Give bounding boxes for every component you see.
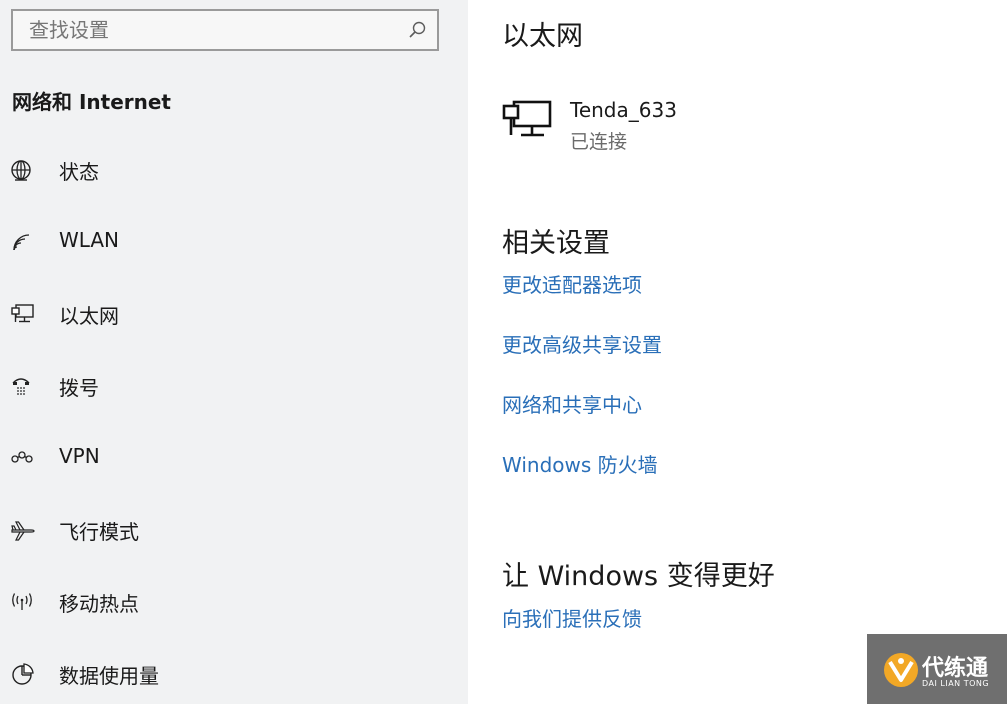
watermark-subtitle: DAI LIAN TONG [922,679,990,688]
sidebar-item-label: VPN [59,444,100,468]
sidebar-item-airplane-mode[interactable]: 飞行模式 [0,502,468,558]
change-adapter-options-link[interactable]: 更改适配器选项 [502,269,642,298]
change-advanced-sharing-link[interactable]: 更改高级共享设置 [502,329,662,358]
watermark: 代练通 DAI LIAN TONG [867,634,1007,704]
sidebar-item-label: 飞行模式 [59,520,139,544]
feedback-section-title: 让 Windows 变得更好 [502,561,775,592]
data-usage-icon [12,663,34,685]
network-connection-item[interactable]: Tenda_633 已连接 [502,95,802,155]
ethernet-icon [11,304,34,323]
page-title: 以太网 [502,21,583,52]
sidebar-item-label: 移动热点 [59,592,139,616]
main-content: 以太网 Tenda_633 已连接 相关设置 更改适配器选项 更改高级共享设置 … [468,0,1007,704]
vpn-icon [11,451,33,463]
search-input[interactable] [13,11,393,49]
wifi-icon [13,234,30,251]
hotspot-icon [12,593,32,610]
sidebar-item-label: 以太网 [59,304,119,328]
sidebar-item-vpn[interactable]: VPN [0,430,468,486]
settings-window: 网络和 Internet 状态 WLAN [0,0,1007,704]
sidebar-item-label: 拨号 [59,376,99,400]
watermark-logo-icon [884,653,918,687]
dialup-icon [12,378,30,395]
sidebar-heading: 网络和 Internet [12,90,171,114]
search-box[interactable] [11,9,439,51]
network-sharing-center-link[interactable]: 网络和共享中心 [502,389,642,418]
network-status: 已连接 [570,131,628,153]
network-name: Tenda_633 [570,98,677,122]
search-icon[interactable] [407,20,427,40]
ethernet-icon [502,100,552,137]
give-feedback-link[interactable]: 向我们提供反馈 [502,603,642,632]
sidebar: 网络和 Internet 状态 WLAN [0,0,468,704]
airplane-icon [11,521,35,541]
related-settings-title: 相关设置 [502,228,610,259]
sidebar-item-status[interactable]: 状态 [0,142,468,198]
sidebar-item-wlan[interactable]: WLAN [0,214,468,270]
globe-icon [11,160,31,181]
sidebar-item-label: 状态 [59,160,99,184]
sidebar-item-ethernet[interactable]: 以太网 [0,286,468,342]
windows-firewall-link[interactable]: Windows 防火墙 [502,449,658,478]
sidebar-item-label: 数据使用量 [59,664,159,688]
sidebar-item-dialup[interactable]: 拨号 [0,358,468,414]
sidebar-item-mobile-hotspot[interactable]: 移动热点 [0,574,468,630]
sidebar-item-data-usage[interactable]: 数据使用量 [0,646,468,702]
sidebar-item-label: WLAN [59,228,120,252]
watermark-title: 代练通 [922,656,989,681]
